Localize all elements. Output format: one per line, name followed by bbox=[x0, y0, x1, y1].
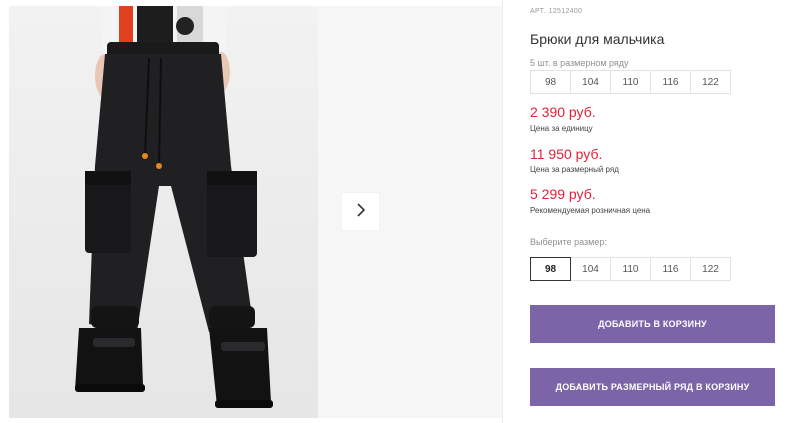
retail-price-note: Рекомендуемая розничная цена bbox=[530, 206, 651, 215]
article-number: АРТ. 12512400 bbox=[530, 8, 585, 15]
product-page: АРТ. 12512400 Брюки для мальчика 5 шт. в … bbox=[0, 0, 800, 423]
size-option-122[interactable]: 122 bbox=[690, 257, 731, 281]
unit-price-note: Цена за единицу bbox=[530, 124, 593, 133]
unit-price: 2 390 руб. bbox=[530, 104, 596, 120]
add-size-row-to-cart-button[interactable]: ДОБАВИТЬ РАЗМЕРНЫЙ РЯД В КОРЗИНУ bbox=[530, 368, 775, 406]
article-code: 12512400 bbox=[548, 8, 583, 15]
pack-size-label: 5 шт. в размерном ряду bbox=[530, 58, 629, 68]
size-row-price: 11 950 руб. bbox=[530, 146, 603, 162]
chevron-right-icon bbox=[355, 202, 367, 221]
pack-sizes-row: 98 104 110 116 122 bbox=[530, 70, 731, 94]
size-row-price-note: Цена за размерный ряд bbox=[530, 165, 619, 174]
choose-size-label: Выберите размер: bbox=[530, 237, 607, 247]
product-gallery bbox=[0, 0, 503, 423]
pants-photo-illustration bbox=[75, 6, 273, 408]
size-option-98[interactable]: 98 bbox=[530, 257, 571, 281]
add-to-cart-button[interactable]: ДОБАВИТЬ В КОРЗИНУ bbox=[530, 305, 775, 343]
retail-price: 5 299 руб. bbox=[530, 186, 596, 202]
size-option-116[interactable]: 116 bbox=[650, 257, 691, 281]
product-title: Брюки для мальчика bbox=[530, 31, 665, 47]
pack-size-cell: 122 bbox=[690, 70, 731, 94]
pack-size-cell: 116 bbox=[650, 70, 691, 94]
size-option-104[interactable]: 104 bbox=[570, 257, 611, 281]
product-photo[interactable] bbox=[9, 6, 318, 418]
pack-size-cell: 110 bbox=[610, 70, 651, 94]
article-label: АРТ. bbox=[530, 8, 546, 15]
pack-size-cell: 104 bbox=[570, 70, 611, 94]
size-selector: 98 104 110 116 122 bbox=[530, 257, 731, 281]
pack-size-cell: 98 bbox=[530, 70, 571, 94]
gallery-next-button[interactable] bbox=[342, 193, 379, 230]
size-option-110[interactable]: 110 bbox=[610, 257, 651, 281]
